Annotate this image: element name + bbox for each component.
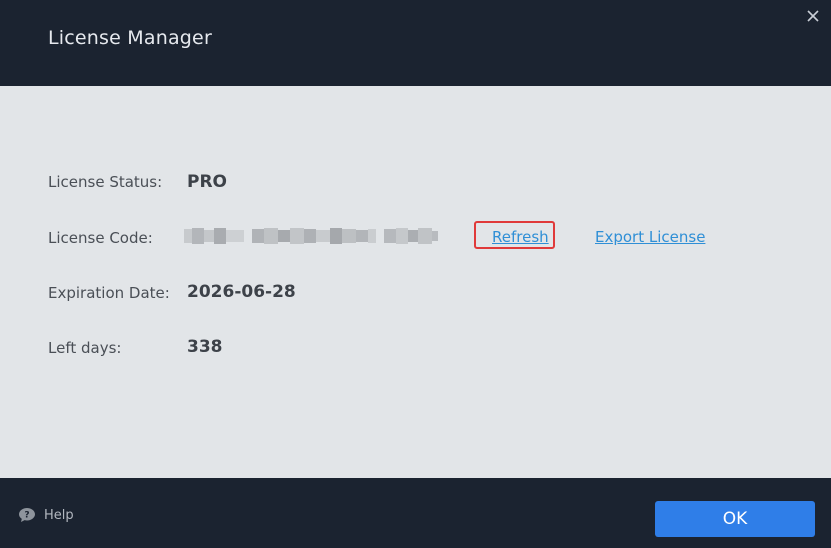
ok-button[interactable]: OK <box>655 501 815 537</box>
expiration-date-label: Expiration Date: <box>48 284 170 302</box>
svg-text:?: ? <box>24 511 29 521</box>
title-bar: License Manager <box>0 0 831 86</box>
close-icon <box>807 10 819 22</box>
help-label: Help <box>44 507 74 523</box>
license-code-label: License Code: <box>48 229 153 247</box>
close-button[interactable] <box>803 6 823 26</box>
expiration-date-value: 2026-06-28 <box>187 282 296 302</box>
help-button[interactable]: ? Help <box>18 507 74 523</box>
export-license-link[interactable]: Export License <box>595 228 705 246</box>
license-status-value: PRO <box>187 172 228 192</box>
license-info-panel: License Status: PRO License Code: Refres… <box>0 86 831 478</box>
license-code-redacted <box>184 228 438 244</box>
dialog-title: License Manager <box>48 27 212 49</box>
license-status-label: License Status: <box>48 173 163 191</box>
license-manager-dialog: License Manager License Status: PRO Lice… <box>0 0 831 548</box>
help-icon: ? <box>19 508 35 522</box>
left-days-label: Left days: <box>48 339 122 357</box>
footer-bar: ? Help OK <box>0 478 831 548</box>
refresh-link[interactable]: Refresh <box>492 228 549 246</box>
left-days-value: 338 <box>187 337 223 357</box>
